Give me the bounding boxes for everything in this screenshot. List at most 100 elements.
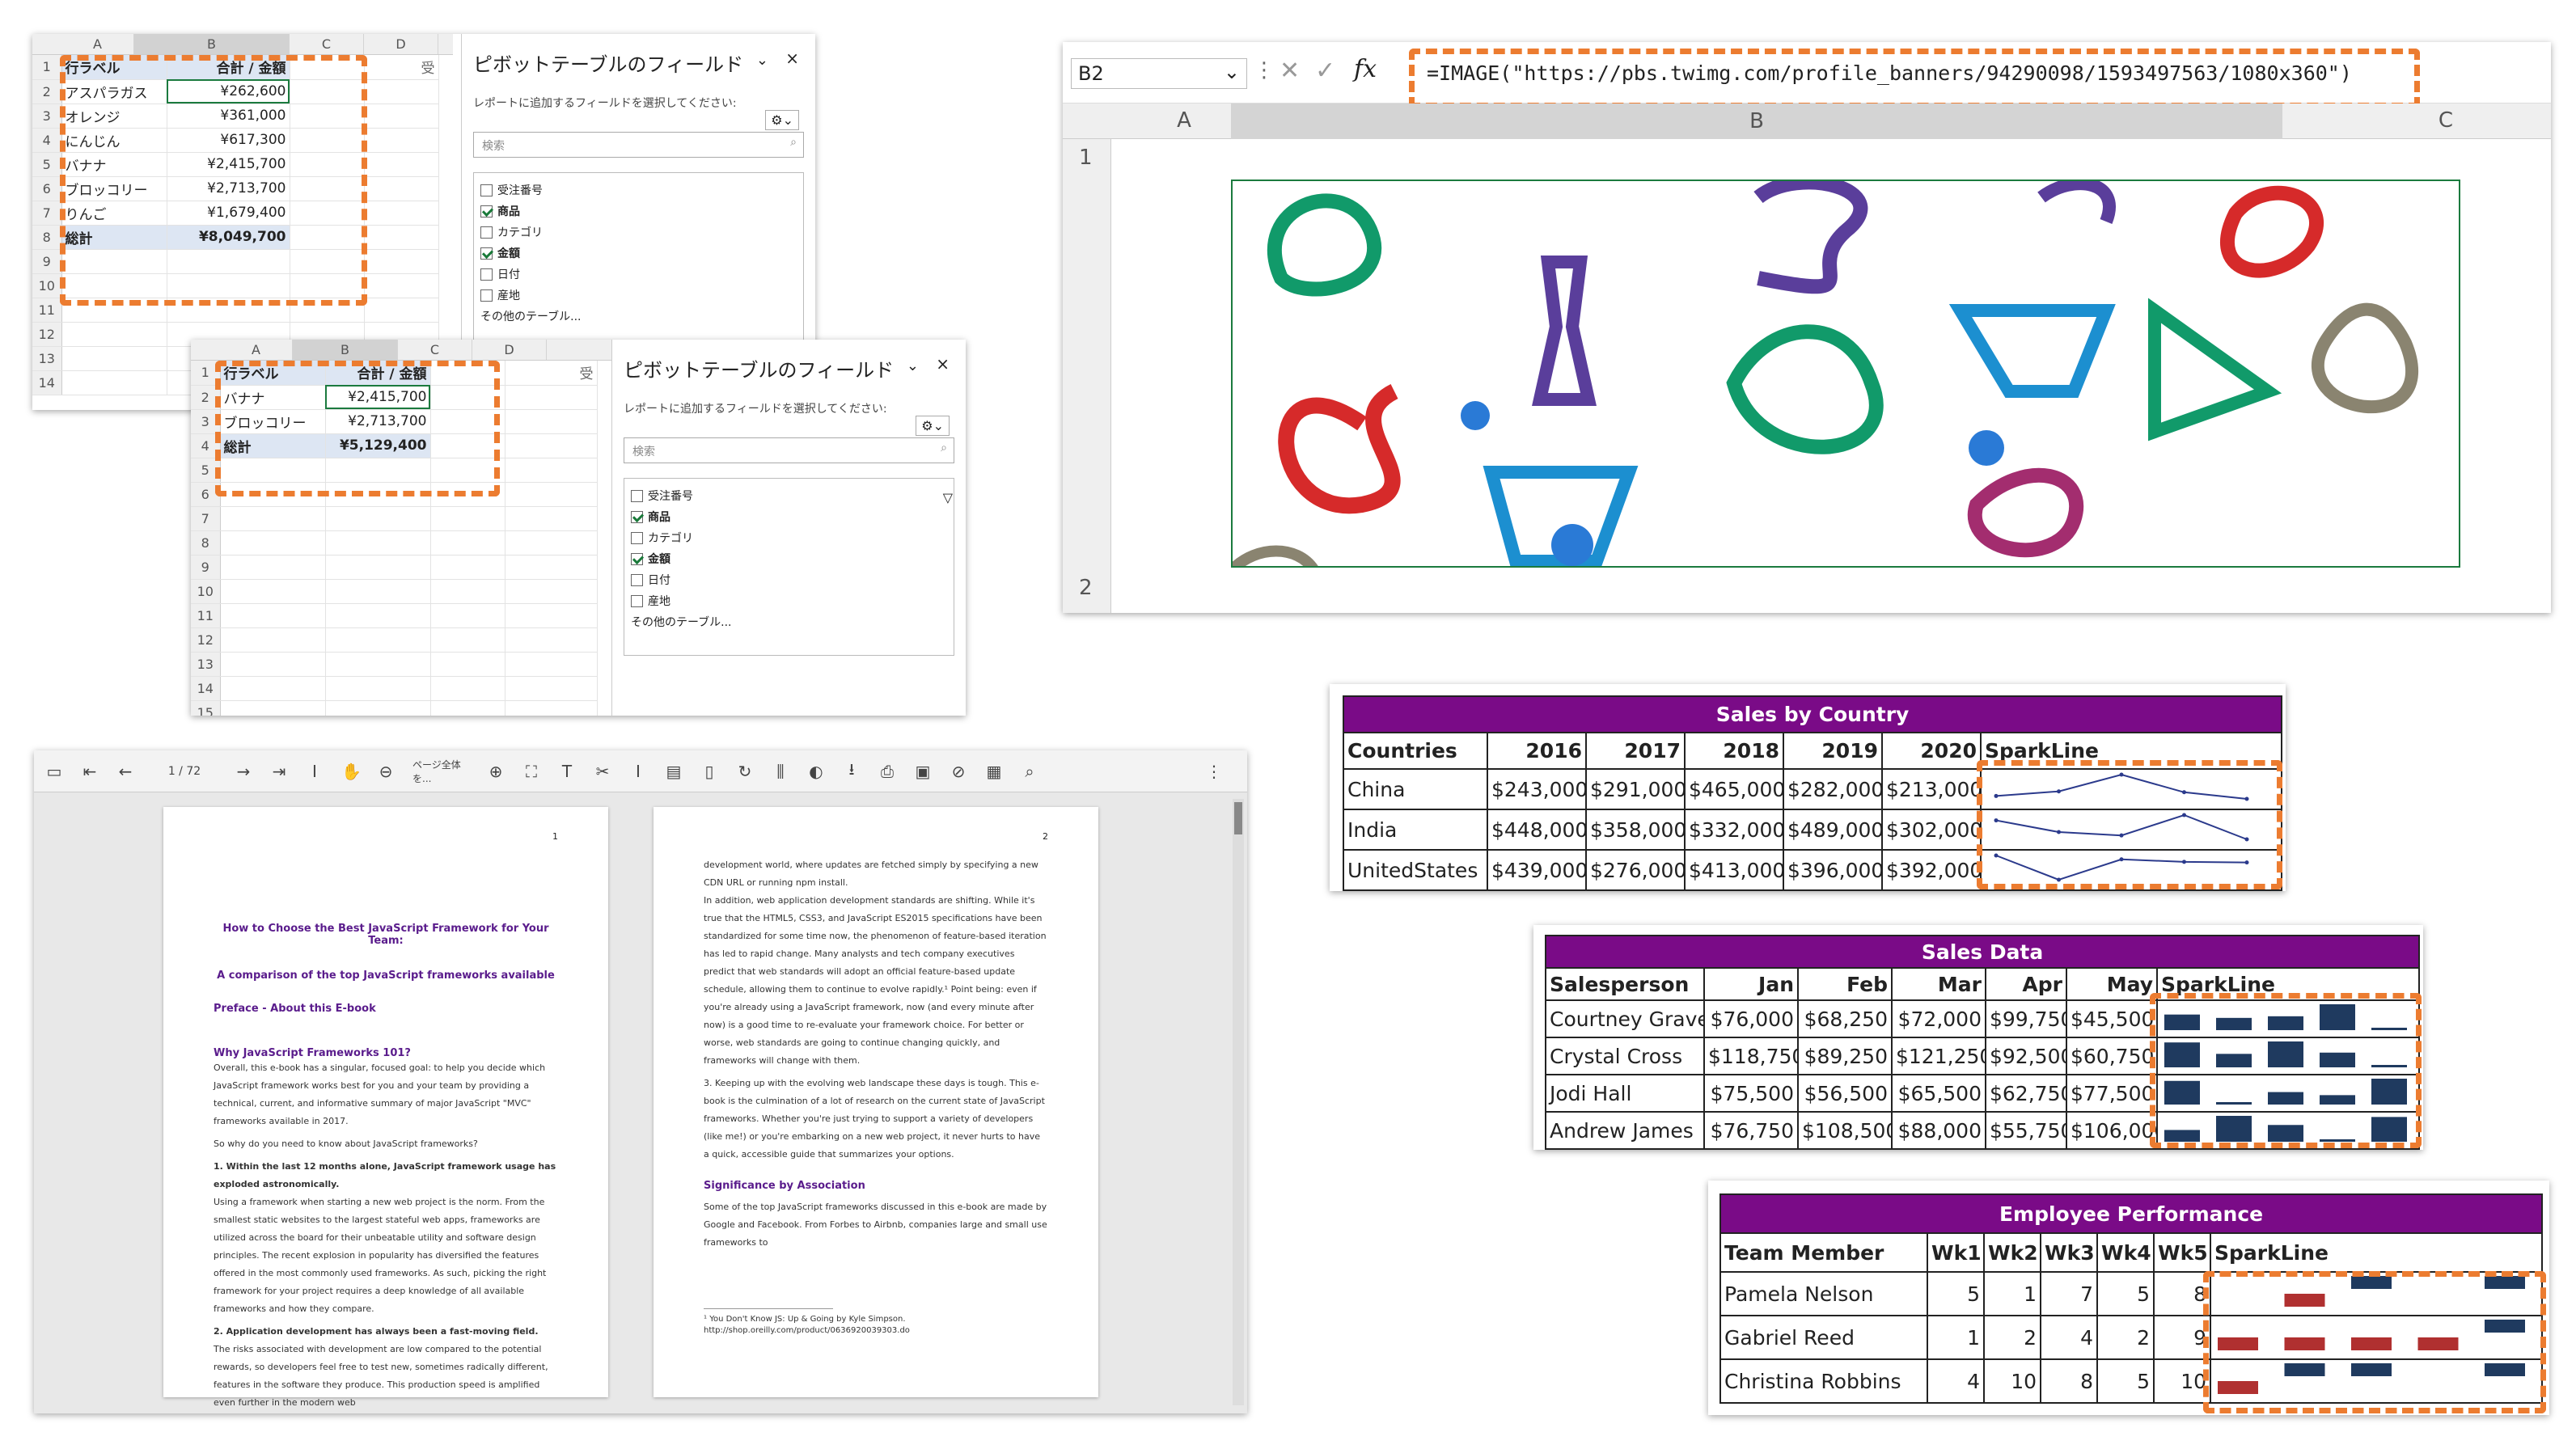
sheet-cell[interactable] xyxy=(364,128,439,153)
pivot-label-cell[interactable] xyxy=(220,700,326,716)
sheet-cell[interactable] xyxy=(364,176,439,201)
open-icon[interactable]: ▭ xyxy=(45,762,63,781)
prev-page-icon[interactable]: ← xyxy=(116,762,134,781)
pivot-label-cell[interactable] xyxy=(220,530,326,556)
pivot-label-cell[interactable]: オレンジ xyxy=(61,104,167,129)
sheet-cell[interactable] xyxy=(505,433,598,458)
value-cell[interactable]: $213,000 xyxy=(1881,768,1982,810)
value-cell[interactable]: 8 xyxy=(2040,1358,2098,1404)
column-header[interactable]: 2017 xyxy=(1585,732,1686,770)
pivot-value-cell[interactable] xyxy=(325,579,431,604)
name-cell[interactable]: Courtney Graves xyxy=(1545,999,1705,1038)
sheet-cell[interactable] xyxy=(290,79,365,104)
columns-icon[interactable]: ⫼ xyxy=(772,762,789,781)
value-cell[interactable]: $465,000 xyxy=(1684,768,1784,810)
checkbox[interactable] xyxy=(631,552,643,565)
hand-tool-icon[interactable]: ✋ xyxy=(341,762,362,781)
more-icon[interactable]: ⋮ xyxy=(1254,58,1275,82)
name-cell[interactable]: Pamela Nelson xyxy=(1719,1271,1928,1316)
zoom-select[interactable]: ページ全体を... xyxy=(412,758,469,785)
col-c-header[interactable]: C xyxy=(398,340,472,360)
value-cell[interactable]: $76,000 xyxy=(1703,999,1799,1038)
field-item[interactable]: 産地 xyxy=(631,590,947,611)
name-cell[interactable]: India xyxy=(1343,809,1488,851)
sheet-cell[interactable] xyxy=(430,603,505,628)
pivot-value-cell[interactable] xyxy=(325,530,431,556)
value-cell[interactable]: $65,500 xyxy=(1891,1074,1986,1113)
sheet-cell[interactable] xyxy=(505,700,598,716)
sheet-cell[interactable] xyxy=(290,152,365,177)
column-header[interactable]: SparkLine xyxy=(2155,967,2421,1001)
row-header[interactable]: 11 xyxy=(32,298,62,323)
pivot-label-cell[interactable]: バナナ xyxy=(61,152,167,177)
column-header[interactable]: 2019 xyxy=(1783,732,1883,770)
sheet-cell[interactable] xyxy=(290,201,365,226)
checkbox[interactable] xyxy=(631,510,643,523)
row-header[interactable]: 10 xyxy=(32,273,62,298)
download-icon[interactable]: ⭳ xyxy=(843,758,861,785)
value-cell[interactable]: $60,750 xyxy=(2066,1037,2158,1075)
row-header[interactable]: 5 xyxy=(32,152,62,177)
row-header[interactable]: 7 xyxy=(191,506,221,531)
chevron-down-icon[interactable]: ⌄ xyxy=(907,357,919,374)
field-item[interactable]: 受注番号 xyxy=(480,180,797,201)
field-item[interactable]: 金額 xyxy=(631,548,947,569)
col-a-header[interactable]: A xyxy=(61,34,134,54)
fit-icon[interactable]: ⛶ xyxy=(522,762,540,781)
pivot-label-cell[interactable] xyxy=(220,676,326,701)
sheet-cell[interactable] xyxy=(505,579,598,604)
sparkline-cell[interactable] xyxy=(2155,1111,2421,1150)
more-tables-link[interactable]: その他のテーブル... xyxy=(480,306,797,327)
col-a-header[interactable]: A xyxy=(220,340,293,360)
sheet-cell[interactable] xyxy=(505,482,598,507)
pivot-value-cell[interactable] xyxy=(325,676,431,701)
gear-icon[interactable]: ⚙⌄ xyxy=(765,110,799,130)
zoom-out-icon[interactable]: ⊖ xyxy=(377,762,395,781)
pivot-value-cell[interactable] xyxy=(325,603,431,628)
sheet-cell[interactable] xyxy=(505,385,598,410)
value-cell[interactable]: 1 xyxy=(1927,1315,1985,1360)
pivot-value-cell[interactable]: ¥1,679,400 xyxy=(167,201,290,226)
value-cell[interactable]: $89,250 xyxy=(1797,1037,1893,1075)
field-item[interactable]: 産地 xyxy=(480,285,797,306)
value-cell[interactable]: $121,250 xyxy=(1891,1037,1986,1075)
rotate-icon[interactable]: ↻ xyxy=(736,762,754,781)
pivot-value-cell[interactable] xyxy=(325,555,431,580)
cancel-icon[interactable]: ✕ xyxy=(1280,57,1300,85)
row-header[interactable]: 2 xyxy=(191,385,221,410)
fill-icon[interactable]: I xyxy=(629,762,647,781)
pivot-value-cell[interactable]: ¥2,415,700 xyxy=(325,385,431,410)
sparkline-cell[interactable] xyxy=(2209,1271,2544,1316)
pivot-label-cell[interactable]: りんご xyxy=(61,201,167,226)
sparkline-cell[interactable] xyxy=(1979,768,2283,810)
row-header[interactable]: 2 xyxy=(32,79,62,104)
value-cell[interactable]: 10 xyxy=(1983,1358,2041,1404)
row-header[interactable]: 5 xyxy=(191,458,221,483)
sparkline-cell[interactable] xyxy=(2155,999,2421,1038)
sheet-cell[interactable] xyxy=(430,700,505,716)
pivot-label-cell[interactable] xyxy=(61,322,167,347)
zoom-in-icon[interactable]: ⊕ xyxy=(487,762,505,781)
value-cell[interactable]: $106,000 xyxy=(2066,1111,2158,1150)
pivot-label-cell[interactable] xyxy=(220,458,326,483)
sheet-cell[interactable] xyxy=(290,225,365,250)
sheet-cell[interactable] xyxy=(505,603,598,628)
row-header[interactable]: 8 xyxy=(191,530,221,556)
column-header[interactable]: Countries xyxy=(1343,732,1488,770)
name-cell[interactable]: Christina Robbins xyxy=(1719,1358,1928,1404)
col-c-header[interactable]: C xyxy=(2365,108,2527,133)
sheet-cell[interactable] xyxy=(364,225,439,250)
pivot-label-cell[interactable]: アスパラガス xyxy=(61,79,167,104)
sheet-cell[interactable] xyxy=(430,627,505,653)
pivot-label-cell[interactable]: 総計 xyxy=(220,433,326,458)
crop-icon[interactable]: ✂ xyxy=(594,762,611,781)
checkbox[interactable] xyxy=(480,268,493,281)
sheet-cell[interactable] xyxy=(290,55,365,80)
value-cell[interactable]: $56,500 xyxy=(1797,1074,1893,1113)
pivot-value-cell[interactable]: ¥617,300 xyxy=(167,128,290,153)
pivot-label-cell[interactable] xyxy=(220,627,326,653)
checkbox[interactable] xyxy=(480,226,493,239)
name-cell[interactable]: Gabriel Reed xyxy=(1719,1315,1928,1360)
sheet-cell[interactable] xyxy=(364,104,439,129)
hide-icon[interactable]: ⊘ xyxy=(950,762,967,781)
